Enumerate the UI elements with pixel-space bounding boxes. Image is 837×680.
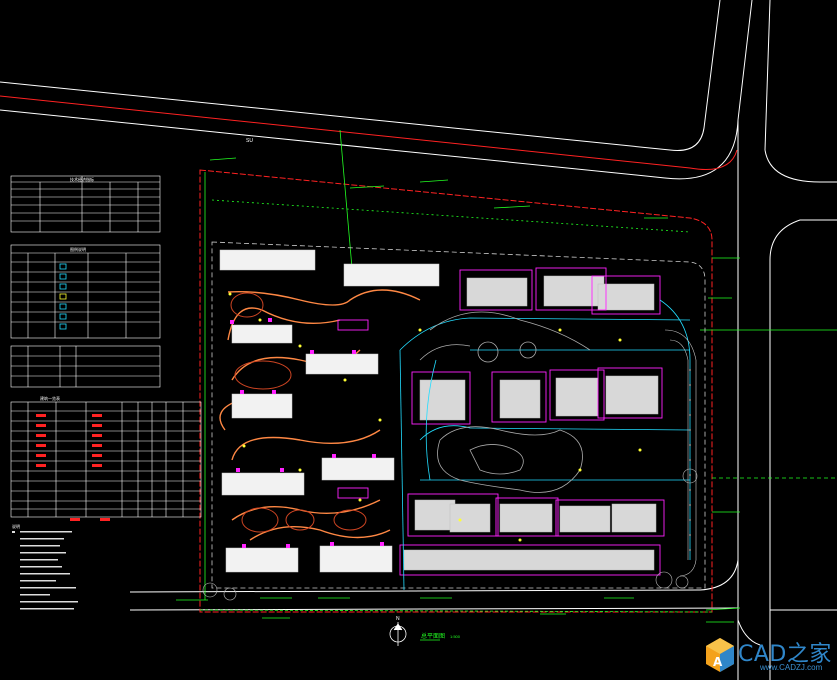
plan-title: 总平面图 bbox=[421, 632, 445, 640]
legend-table-4 bbox=[10, 401, 202, 518]
svg-text:A: A bbox=[713, 655, 723, 669]
legend-table-4-red-marks bbox=[36, 414, 110, 521]
plan-scale: 1:500 bbox=[450, 634, 461, 639]
legend-table-3-title: 建筑一览表 bbox=[40, 395, 60, 402]
notes-title: 说明 bbox=[12, 523, 20, 530]
residential-blocks-east bbox=[403, 275, 659, 571]
legend-table-1 bbox=[10, 175, 161, 233]
legend-table-2-swatches bbox=[59, 263, 67, 330]
east-green-belt bbox=[664, 329, 697, 577]
north-arrow-icon bbox=[389, 622, 407, 646]
legend-table-3 bbox=[10, 345, 161, 388]
legend-table-2 bbox=[10, 244, 161, 339]
setback-lines bbox=[199, 129, 837, 613]
road-network bbox=[0, 0, 837, 680]
north-label: N bbox=[396, 616, 400, 622]
residential-blocks-west bbox=[219, 249, 440, 573]
cad-drawing-canvas[interactable]: SU 总平面图 1:500 N 技术经济指标 图例说明 建筑一览表 说明 bbox=[0, 0, 837, 680]
watermark-url: www.CADZJ.com bbox=[760, 663, 823, 672]
legend-table-2-title: 图例说明 bbox=[70, 246, 86, 253]
notes-block bbox=[12, 531, 78, 610]
internal-roads-cyan bbox=[399, 299, 691, 591]
road-label: SU bbox=[246, 138, 253, 144]
cadzj-watermark: A CAD之家 www.CADZJ.com bbox=[704, 632, 837, 680]
cad-logo-icon: A bbox=[706, 638, 734, 672]
magenta-markers bbox=[230, 318, 384, 548]
